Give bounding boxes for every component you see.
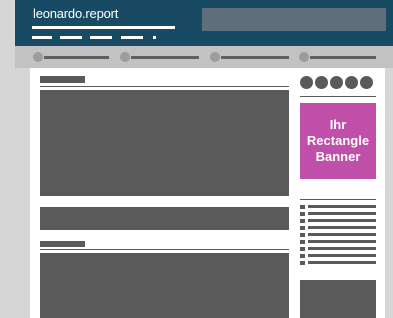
- heading-rule: [40, 86, 289, 87]
- list-item-line[interactable]: [308, 240, 376, 243]
- nav-item-dot[interactable]: [33, 52, 43, 62]
- banner-text-line: Banner: [315, 149, 361, 164]
- article-image[interactable]: [40, 90, 289, 196]
- social-icon[interactable]: [330, 76, 343, 89]
- list-bullet: [300, 233, 305, 237]
- list-item-line[interactable]: [308, 226, 376, 229]
- header-dot: [153, 36, 156, 39]
- list-bullet: [300, 219, 305, 223]
- social-icon[interactable]: [315, 76, 328, 89]
- banner-text-line: Rectangle: [306, 133, 370, 148]
- header-dash: [60, 36, 82, 39]
- sidebar-rule: [300, 96, 376, 97]
- header-dash: [121, 36, 143, 39]
- header-dash: [32, 36, 52, 39]
- list-item-line[interactable]: [308, 233, 376, 236]
- list-item-line[interactable]: [308, 261, 376, 264]
- nav-item-dot[interactable]: [299, 52, 309, 62]
- article-heading: [40, 76, 85, 83]
- section-heading: [40, 241, 85, 247]
- social-icon[interactable]: [300, 76, 313, 89]
- header-dash: [90, 36, 112, 39]
- nav-item-line[interactable]: [44, 56, 109, 59]
- list-item-line[interactable]: [308, 219, 376, 222]
- list-bullet: [300, 254, 305, 258]
- tagline-line: [32, 26, 175, 29]
- header-search-box[interactable]: [202, 8, 386, 31]
- list-bullet: [300, 205, 305, 209]
- nav-item-dot[interactable]: [210, 52, 220, 62]
- social-icon[interactable]: [345, 76, 358, 89]
- list-item-line[interactable]: [308, 254, 376, 257]
- social-icon[interactable]: [360, 76, 373, 89]
- list-bullet: [300, 261, 305, 265]
- list-bullet: [300, 226, 305, 230]
- sidebar-rule: [300, 199, 376, 200]
- nav-item-line[interactable]: [221, 56, 289, 59]
- nav-item-line[interactable]: [131, 56, 199, 59]
- banner-text-line: Ihr: [329, 117, 347, 132]
- nav-item-dot[interactable]: [120, 52, 130, 62]
- leaderboard-ad[interactable]: [40, 207, 289, 230]
- list-bullet: [300, 247, 305, 251]
- article-image-2[interactable]: [40, 253, 289, 318]
- list-bullet: [300, 212, 305, 216]
- site-logo[interactable]: leonardo.report: [33, 6, 118, 21]
- list-item-line[interactable]: [308, 247, 376, 250]
- nav-item-line[interactable]: [310, 56, 376, 59]
- section-rule: [40, 249, 289, 250]
- page-frame: leonardo.report Ihr Rectangle Banner: [0, 0, 393, 318]
- rectangle-banner-ad[interactable]: Ihr Rectangle Banner: [300, 103, 376, 179]
- sidebar-ad-box[interactable]: [300, 280, 376, 318]
- list-item-line[interactable]: [308, 205, 376, 208]
- list-bullet: [300, 240, 305, 244]
- list-item-line[interactable]: [308, 212, 376, 215]
